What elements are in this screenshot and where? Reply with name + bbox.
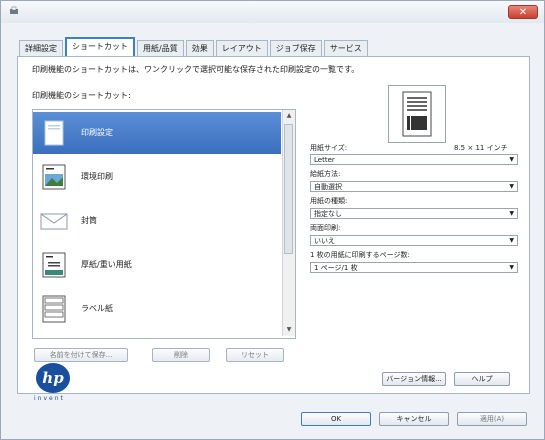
pages-per-sheet-select[interactable]: 1 ページ/1 枚 ▼ [310, 262, 518, 273]
chevron-down-icon: ▼ [509, 264, 514, 271]
ok-button[interactable]: OK [301, 412, 371, 426]
tab-shortcuts[interactable]: ショートカット [65, 37, 135, 56]
list-scrollbar[interactable]: ▲ ▼ [282, 110, 295, 336]
scroll-down-icon[interactable]: ▼ [283, 324, 295, 336]
hp-logo-caption: invent [34, 395, 65, 402]
cancel-button[interactable]: キャンセル [379, 412, 449, 426]
paper-size-dimensions: 8.5 × 11 インチ [454, 144, 508, 152]
list-item-label: 封筒 [81, 216, 97, 225]
reset-button[interactable]: リセット [226, 348, 284, 362]
list-item-label: 厚紙/重い用紙 [81, 260, 132, 269]
chevron-down-icon: ▼ [509, 156, 514, 163]
list-item[interactable]: 厚紙/重い用紙 [33, 244, 281, 286]
tab-advanced[interactable]: 詳細設定 [19, 40, 63, 56]
envelope-icon [40, 213, 68, 230]
paper-type-select[interactable]: 指定なし ▼ [310, 208, 518, 219]
pages-per-sheet-label: 1 枚の用紙に印刷するページ数: [310, 251, 410, 259]
help-button[interactable]: ヘルプ [454, 372, 510, 386]
paper-type-label: 用紙の種類: [310, 197, 348, 205]
tab-paper-quality[interactable]: 用紙/品質 [137, 40, 184, 56]
title-bar: ✕ [1, 1, 544, 23]
general-printing-icon [44, 120, 64, 146]
list-item[interactable]: 印刷設定 [33, 112, 281, 154]
paper-source-select[interactable]: 自動選択 ▼ [310, 181, 518, 192]
shortcuts-list[interactable]: 印刷設定 環境印刷 封筒 厚紙/重い用紙 ラベル紙 ▲ ▼ [32, 109, 296, 339]
tab-services[interactable]: サービス [323, 40, 368, 56]
tab-job-storage[interactable]: ジョブ保存 [269, 40, 322, 56]
tab-layout[interactable]: レイアウト [215, 40, 268, 56]
duplex-label: 両面印刷: [310, 224, 341, 232]
paper-size-select[interactable]: Letter ▼ [310, 154, 518, 165]
list-item-label: ラベル紙 [81, 304, 113, 313]
paper-type-value: 指定なし [314, 210, 342, 218]
paper-source-value: 自動選択 [314, 183, 342, 191]
scroll-up-icon[interactable]: ▲ [283, 110, 295, 122]
delete-button[interactable]: 削除 [152, 348, 210, 362]
save-as-button[interactable]: 名前を付けて保存... [34, 348, 128, 362]
apply-button[interactable]: 適用(A) [457, 412, 527, 426]
list-item-label: 印刷設定 [81, 128, 113, 137]
close-button[interactable]: ✕ [508, 5, 538, 19]
version-info-button[interactable]: バージョン情報... [382, 372, 446, 386]
chevron-down-icon: ▼ [509, 237, 514, 244]
scroll-thumb[interactable] [284, 124, 293, 254]
shortcuts-description: 印刷機能のショートカットは、ワンクリックで選択可能な保存された印刷設定の一覧です… [32, 65, 360, 74]
list-item[interactable]: ラベル紙 [33, 288, 281, 330]
hp-logo: hp [36, 363, 70, 393]
paper-source-label: 給紙方法: [310, 170, 341, 178]
list-item-label: 環境印刷 [81, 172, 113, 181]
cardstock-icon [42, 252, 66, 278]
page-preview-icon [388, 85, 446, 143]
duplex-value: いいえ [314, 237, 335, 245]
paper-size-value: Letter [314, 156, 335, 164]
list-item[interactable]: 封筒 [33, 200, 281, 242]
tab-bar: 詳細設定 ショートカット 用紙/品質 効果 レイアウト ジョブ保存 サービス [19, 37, 370, 56]
shortcuts-panel: 印刷機能のショートカットは、ワンクリックで選択可能な保存された印刷設定の一覧です… [17, 56, 530, 402]
printer-app-icon [10, 6, 18, 14]
chevron-down-icon: ▼ [509, 183, 514, 190]
pages-per-sheet-value: 1 ページ/1 枚 [314, 264, 358, 272]
list-item[interactable]: 環境印刷 [33, 156, 281, 198]
printer-properties-window: ✕ 詳細設定 ショートカット 用紙/品質 効果 レイアウト ジョブ保存 サービス… [0, 0, 545, 440]
chevron-down-icon: ▼ [509, 210, 514, 217]
duplex-select[interactable]: いいえ ▼ [310, 235, 518, 246]
labels-icon [42, 295, 66, 323]
paper-size-label: 用紙サイズ: [310, 144, 348, 152]
eco-printing-icon [42, 164, 66, 190]
shortcuts-list-label: 印刷機能のショートカット: [32, 91, 131, 100]
tab-effects[interactable]: 効果 [185, 40, 214, 56]
